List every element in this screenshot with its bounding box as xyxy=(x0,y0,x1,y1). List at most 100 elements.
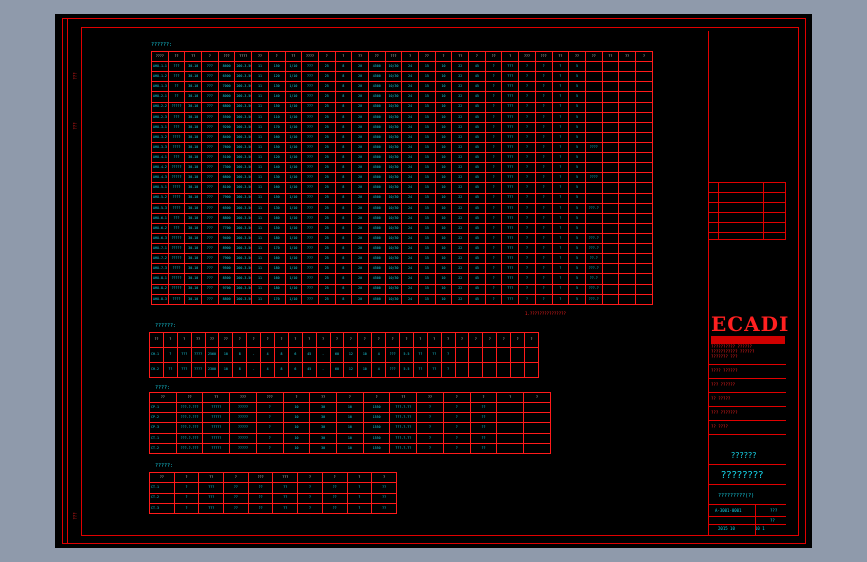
table-cell xyxy=(618,263,636,275)
header-cell: ??? xyxy=(255,391,284,404)
table-cell: 1/10 xyxy=(284,232,303,245)
table-cell: ? xyxy=(534,273,553,285)
table-cell: ? xyxy=(551,141,570,154)
table-row: CT-1???????????????? xyxy=(149,482,397,494)
table-cell: ??? xyxy=(501,101,520,113)
table-cell: ??? xyxy=(385,362,401,378)
table-cell xyxy=(584,182,603,194)
table-cell: 10 xyxy=(336,442,364,455)
table-cell xyxy=(523,442,551,455)
table-cell: ? xyxy=(534,253,553,265)
table-cell: 10 xyxy=(282,402,311,414)
table-cell: 1/10 xyxy=(284,253,303,265)
table-cell: 4 xyxy=(371,362,387,378)
table-cell: ? xyxy=(484,182,503,194)
table-cell xyxy=(618,182,636,194)
header-cell: ? xyxy=(223,471,249,484)
table-cell: ? xyxy=(346,502,373,515)
table-cell: ??? xyxy=(301,152,319,164)
table-cell: 22 xyxy=(451,283,470,295)
table-row: AHU-8-3???? 30-10??? 8800 200-3-50 11 170 1/10… xyxy=(151,293,654,306)
table-cell: 4500 xyxy=(367,141,386,154)
table-cell xyxy=(634,91,654,103)
table-cell: AHU-2-2 xyxy=(151,101,169,113)
header-cell: ? xyxy=(357,332,373,348)
table-cell xyxy=(584,101,603,113)
table-cell: AHU-1-1 xyxy=(151,61,169,73)
table-cell: 8 xyxy=(334,293,353,306)
table-cell: 4500 xyxy=(367,202,386,214)
table-cell: 1550 xyxy=(362,402,391,414)
table-cell: ???? xyxy=(167,182,186,194)
table-cell: ????? xyxy=(202,442,231,455)
table-cell: ???? xyxy=(167,131,186,143)
table-row: CH-2????????? 2300 10 8-4 8 6 45-60 12 10 4??? 5.5… xyxy=(149,362,539,378)
table-cell: 130 xyxy=(267,81,286,93)
tower-schedule-table: ???????????????? CT-1???????????????? CT-2… xyxy=(149,471,397,515)
table-cell xyxy=(618,212,636,224)
table-cell: ? xyxy=(518,101,536,113)
header-cell: ? xyxy=(401,50,419,63)
table-cell: 9700 xyxy=(217,283,236,295)
table-row: AHU-2-3??? 30-10??? 5500 200-3-50 11 110 1/10?… xyxy=(151,111,654,123)
table-cell: ??? xyxy=(501,81,520,93)
table-cell: ??? xyxy=(201,192,219,204)
table-cell: ? xyxy=(551,71,570,83)
header-cell: ? xyxy=(385,332,401,348)
table-cell: 8 xyxy=(334,111,353,123)
table-row: CT-1 ???-?-?????????????? 10 30 10 1550 ???-?-… xyxy=(149,432,551,444)
table-cell: 10 xyxy=(218,347,234,363)
table-cell: 150 xyxy=(267,141,286,154)
table-cell xyxy=(584,91,603,103)
table-cell: 8 xyxy=(334,71,353,83)
table-cell: ? xyxy=(534,222,553,234)
table-cell: 22 xyxy=(451,253,470,265)
table-cell: ??? xyxy=(167,121,186,133)
table-cell: 22 xyxy=(451,91,470,103)
table-cell: 30 xyxy=(309,412,338,424)
table-cell: 15 xyxy=(418,172,436,184)
table-cell: 200-3-50 xyxy=(234,253,253,265)
header-cell: ?? xyxy=(484,50,503,63)
table-cell: ? xyxy=(518,283,536,295)
table-cell: 15 xyxy=(418,273,436,285)
table-cell: ? xyxy=(551,111,570,123)
table-cell: AHU-4-2 xyxy=(151,162,169,174)
table-cell: 15 xyxy=(418,182,436,194)
table-cell: 45 xyxy=(468,152,486,164)
table-cell: 22 xyxy=(451,162,470,174)
table-cell: ? xyxy=(440,347,456,363)
table-cell: 5100 xyxy=(217,152,236,164)
table-cell: 20 xyxy=(351,293,369,306)
side-label-2: ??? xyxy=(72,122,78,130)
table-cell: 24 xyxy=(401,283,419,295)
table-cell: 10 xyxy=(434,81,453,93)
table-row: AHU-5-3???? 30-10??? 6500 200-3-50 11 130 1/10… xyxy=(151,202,654,214)
header-cell: ?? xyxy=(167,50,186,63)
table-cell: 20 xyxy=(351,172,369,184)
table-cell: 25 xyxy=(317,263,336,275)
table-cell: ???-?-?? xyxy=(389,402,418,414)
tb-drawing-name: ???????? xyxy=(721,470,764,481)
table-cell: ????? xyxy=(202,422,231,434)
table-cell: 10/30 xyxy=(384,182,403,194)
table-cell: 130 xyxy=(267,202,286,214)
table-cell: 7900 xyxy=(217,192,236,204)
table-cell: ? xyxy=(346,492,373,504)
table-cell: 200-3-50 xyxy=(234,131,253,143)
table-cell: ? xyxy=(416,442,444,455)
table-cell: 15 xyxy=(418,263,436,275)
table-cell: 15 xyxy=(418,283,436,295)
table-cell: 8 xyxy=(274,362,289,378)
table-cell: 10 xyxy=(282,422,311,434)
table-cell xyxy=(618,283,636,295)
table-cell xyxy=(601,202,620,214)
table-cell xyxy=(634,162,654,174)
table-cell: AHU-2-1 xyxy=(151,91,169,103)
table-cell: ? xyxy=(255,442,284,455)
table-cell: ? xyxy=(518,121,536,133)
table-cell: 200-3-50 xyxy=(234,152,253,164)
table-cell: 10 xyxy=(434,283,453,295)
table-cell: 1/10 xyxy=(284,111,303,123)
table-cell: 5 xyxy=(568,91,586,103)
